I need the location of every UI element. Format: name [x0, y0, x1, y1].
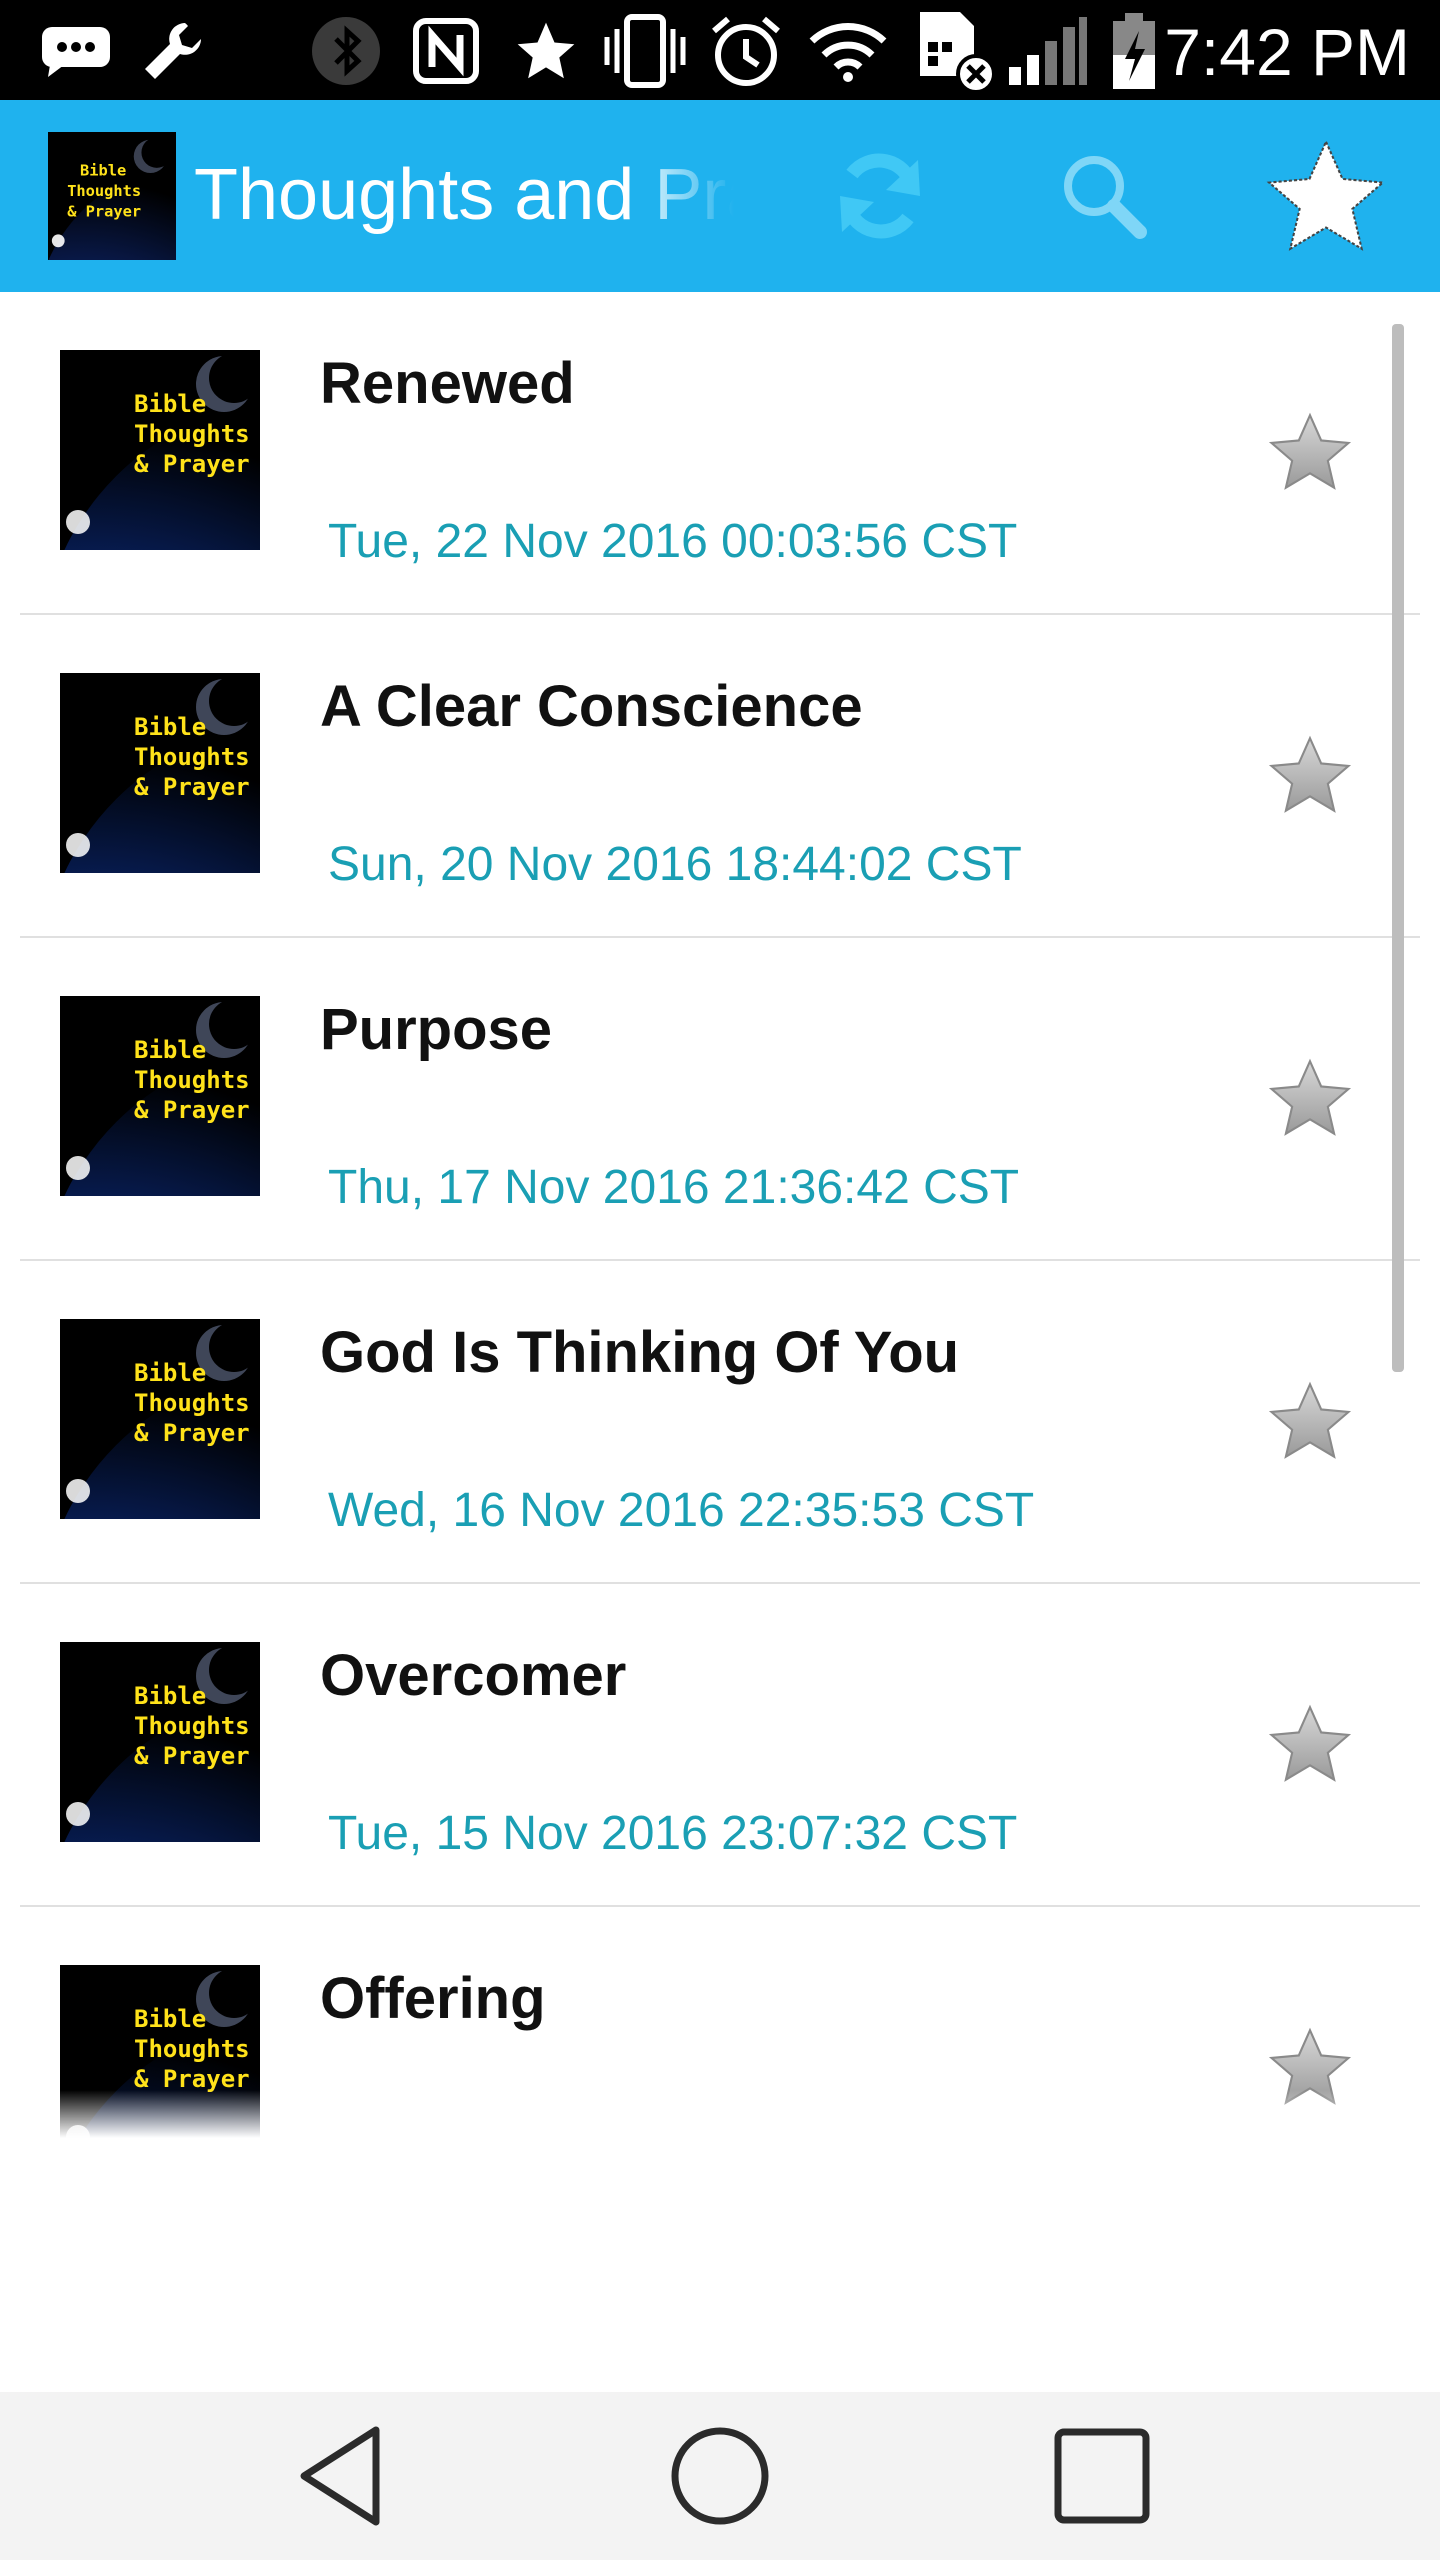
list-item[interactable]: Bible Thoughts & Prayer God Is Thinking …	[20, 1261, 1420, 1584]
post-date: Thu, 17 Nov 2016 21:36:42 CST	[328, 1161, 1020, 1214]
favorite-toggle[interactable]	[1260, 725, 1360, 825]
status-bar: 7:42 PM	[0, 0, 1440, 100]
thumb-text-1: Bible	[134, 1036, 206, 1064]
thumb-text-2: Thoughts	[134, 2035, 250, 2063]
navigation-bar	[0, 2392, 1440, 2560]
search-button[interactable]	[1034, 128, 1174, 264]
app-title: Thoughts and Prayer	[194, 155, 734, 235]
favorite-toggle[interactable]	[1260, 1694, 1360, 1794]
list-item[interactable]: Bible Thoughts & Prayer Purpose Thu, 17 …	[20, 938, 1420, 1261]
thumb-text-1: Bible	[134, 390, 206, 418]
post-title: God Is Thinking Of You	[320, 1320, 960, 1385]
thumb-text-1: Bible	[134, 1682, 206, 1710]
star-outline-icon	[1268, 412, 1352, 490]
thumb-text-3: & Prayer	[134, 773, 250, 801]
post-list[interactable]: Bible Thoughts & Prayer Renewed Tue, 22 …	[0, 292, 1440, 2168]
post-date: Tue, 22 Nov 2016 00:03:56 CST	[328, 515, 1018, 568]
app-logo[interactable]: Bible Thoughts & Prayer	[48, 132, 176, 260]
post-thumbnail: Bible Thoughts & Prayer	[60, 673, 260, 873]
favorites-star-icon	[1266, 139, 1386, 251]
post-title: Purpose	[320, 997, 553, 1062]
post-thumbnail: Bible Thoughts & Prayer	[60, 1319, 260, 1519]
star-outline-icon	[1268, 1058, 1352, 1136]
app-logo-image: Bible Thoughts & Prayer	[48, 132, 176, 260]
star-outline-icon	[1268, 735, 1352, 813]
wifi-icon	[806, 18, 890, 84]
scrollbar[interactable]	[1392, 324, 1404, 1372]
wrench-icon	[136, 18, 210, 84]
refresh-button[interactable]	[810, 128, 950, 264]
thumb-text-1: Bible	[134, 713, 206, 741]
thumb-text-3: & Prayer	[134, 2065, 250, 2093]
logo-text-2: Thoughts	[67, 182, 141, 200]
favorite-toggle[interactable]	[1260, 2017, 1360, 2117]
star-outline-icon	[1268, 1704, 1352, 1782]
bluetooth-icon	[306, 17, 386, 85]
star-outline-icon	[1268, 2027, 1352, 2105]
home-button[interactable]	[650, 2416, 790, 2536]
home-icon	[671, 2427, 769, 2525]
list-item[interactable]: Bible Thoughts & Prayer Offering Mon, 14…	[20, 1907, 1420, 2168]
favorites-button[interactable]	[1256, 128, 1396, 264]
thumb-text-3: & Prayer	[134, 1419, 250, 1447]
refresh-icon	[840, 153, 920, 239]
star-icon	[506, 18, 586, 84]
sim-error-icon	[910, 12, 1000, 94]
back-button[interactable]	[270, 2416, 410, 2536]
nfc-icon	[406, 18, 486, 84]
star-outline-icon	[1268, 1381, 1352, 1459]
thumb-text-2: Thoughts	[134, 420, 250, 448]
post-thumbnail: Bible Thoughts & Prayer	[60, 350, 260, 550]
alarm-icon	[704, 16, 788, 86]
signal-icon	[1002, 17, 1092, 85]
thumb-text-3: & Prayer	[134, 1742, 250, 1770]
logo-text-1: Bible	[80, 162, 126, 180]
post-date: Wed, 16 Nov 2016 22:35:53 CST	[328, 1484, 1035, 1537]
thumb-text-3: & Prayer	[134, 450, 250, 478]
action-bar: Bible Thoughts & Prayer Thoughts and Pra…	[0, 100, 1440, 292]
favorite-toggle[interactable]	[1260, 1371, 1360, 1471]
post-thumbnail: Bible Thoughts & Prayer	[60, 996, 260, 1196]
recents-button[interactable]	[1032, 2416, 1172, 2536]
thumb-text-3: & Prayer	[134, 1096, 250, 1124]
search-icon	[1064, 156, 1147, 239]
favorite-toggle[interactable]	[1260, 402, 1360, 502]
recents-icon	[1054, 2428, 1150, 2524]
post-date: Mon, 14 Nov 2016 22:28:07 CST	[328, 2130, 1030, 2168]
list-item[interactable]: Bible Thoughts & Prayer A Clear Conscien…	[20, 615, 1420, 938]
post-title: A Clear Conscience	[320, 674, 863, 739]
post-title: Overcomer	[320, 1643, 627, 1708]
status-time: 7:42 PM	[1164, 15, 1410, 89]
message-icon	[36, 18, 116, 84]
favorite-toggle[interactable]	[1260, 1048, 1360, 1148]
post-title: Offering	[320, 1966, 546, 2031]
logo-text-3: & Prayer	[67, 202, 141, 220]
post-date: Tue, 15 Nov 2016 23:07:32 CST	[328, 1807, 1018, 1860]
back-icon	[300, 2426, 380, 2526]
list-item[interactable]: Bible Thoughts & Prayer Renewed Tue, 22 …	[20, 292, 1420, 615]
post-thumbnail: Bible Thoughts & Prayer	[60, 1965, 260, 2165]
post-thumbnail: Bible Thoughts & Prayer	[60, 1642, 260, 1842]
thumb-text-2: Thoughts	[134, 743, 250, 771]
post-date: Sun, 20 Nov 2016 18:44:02 CST	[328, 838, 1022, 891]
battery-charging-icon	[1106, 13, 1162, 89]
thumb-text-2: Thoughts	[134, 1066, 250, 1094]
post-title: Renewed	[320, 351, 575, 416]
thumb-text-2: Thoughts	[134, 1712, 250, 1740]
list-item[interactable]: Bible Thoughts & Prayer Overcomer Tue, 1…	[20, 1584, 1420, 1907]
thumb-text-1: Bible	[134, 1359, 206, 1387]
thumb-text-1: Bible	[134, 2005, 206, 2033]
thumb-text-2: Thoughts	[134, 1389, 250, 1417]
vibrate-icon	[600, 14, 690, 88]
